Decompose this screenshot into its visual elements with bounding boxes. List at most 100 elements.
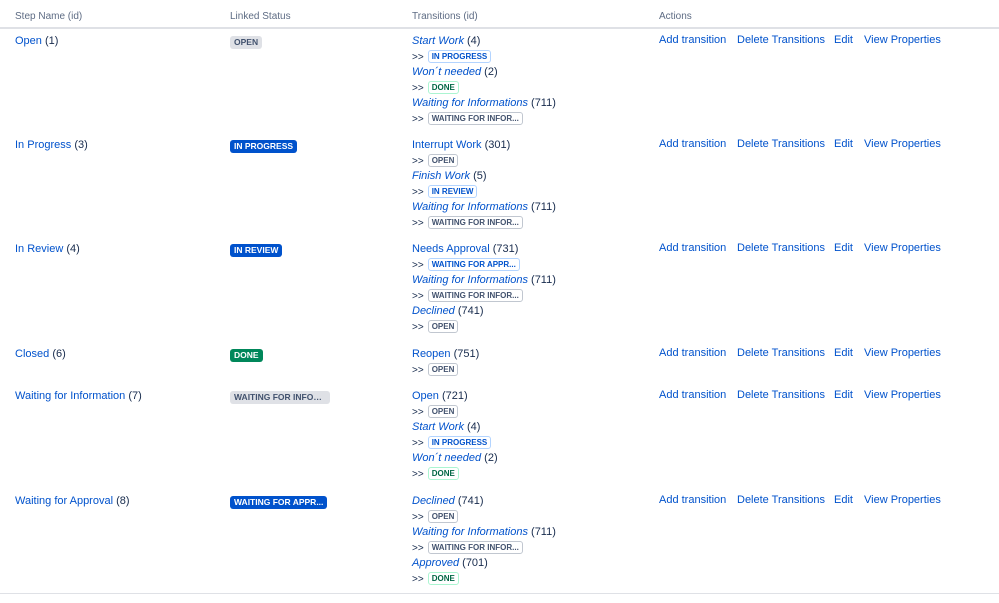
transition-link[interactable]: Start Work [412,35,464,47]
transition-target: >> WAITING FOR INFOR... [412,112,556,128]
delete-transitions-link[interactable]: Delete Transitions [737,389,825,401]
add-transition-link[interactable]: Add transition [659,389,726,401]
edit-link[interactable]: Edit [834,242,853,254]
edit-link[interactable]: Edit [834,138,853,150]
transition-link[interactable]: Interrupt Work [412,139,482,151]
view-properties-link[interactable]: View Properties [864,138,941,150]
linked-status-cell: WAITING FOR INFOR... [230,389,330,407]
transition-link[interactable]: Declined [412,495,455,507]
transition-link[interactable]: Start Work [412,421,464,433]
transition-target: >> WAITING FOR INFOR... [412,541,556,557]
arrow-marker: >> [412,511,424,523]
arrow-marker: >> [412,155,424,167]
transition-link[interactable]: Needs Approval [412,243,490,255]
status-lozenge: OPEN [230,36,263,50]
transition-target: >> IN PROGRESS [412,50,556,66]
transition-id: (751) [453,348,480,360]
transition-id: (711) [531,97,556,109]
transition-target: >> OPEN [412,510,556,526]
delete-transitions-link[interactable]: Delete Transitions [737,494,825,506]
status-lozenge: IN REVIEW [230,244,283,258]
linked-status-cell: OPEN [230,34,263,52]
arrow-marker: >> [412,468,424,480]
transition-id: (731) [492,243,519,255]
target-status-lozenge: OPEN [427,510,459,524]
add-transition-link[interactable]: Add transition [659,138,726,150]
transition-link[interactable]: Waiting for Informations [412,526,528,538]
delete-transitions-link[interactable]: Delete Transitions [737,138,825,150]
edit-link[interactable]: Edit [834,34,853,46]
delete-transitions-link[interactable]: Delete Transitions [737,242,825,254]
transitions-cell: Needs Approval (731) >> WAITING FOR APPR..… [412,242,556,335]
transition-item: Declined (741) [412,494,556,510]
transition-link[interactable]: Won´t needed [412,452,481,464]
step-name-link[interactable]: In Review [15,243,63,255]
table-bottom-divider [0,593,999,594]
edit-link[interactable]: Edit [834,494,853,506]
transition-link[interactable]: Won´t needed [412,66,481,78]
step-name-link[interactable]: Waiting for Approval [15,495,113,507]
transition-link[interactable]: Waiting for Informations [412,201,528,213]
step-name-link[interactable]: Waiting for Information [15,390,125,402]
add-transition-link[interactable]: Add transition [659,494,726,506]
transition-link[interactable]: Open [412,390,439,402]
view-properties-link[interactable]: View Properties [864,242,941,254]
arrow-marker: >> [412,82,424,94]
view-properties-link[interactable]: View Properties [864,494,941,506]
view-properties-link[interactable]: View Properties [864,389,941,401]
header-linked-status: Linked Status [230,11,291,22]
target-status-lozenge: DONE [427,81,459,95]
transition-item: Open (721) [412,389,498,405]
view-properties-link[interactable]: View Properties [864,34,941,46]
arrow-marker: >> [412,406,424,418]
arrow-marker: >> [412,113,424,125]
transition-link[interactable]: Declined [412,305,455,317]
target-status-lozenge: OPEN [427,363,459,377]
arrow-marker: >> [412,290,424,302]
transition-link[interactable]: Reopen [412,348,451,360]
add-transition-link[interactable]: Add transition [659,242,726,254]
delete-transitions-link[interactable]: Delete Transitions [737,34,825,46]
header-step-name: Step Name (id) [15,11,83,22]
step-id: (8) [116,495,130,507]
step-name-link[interactable]: Open [15,35,42,47]
status-lozenge: IN PROGRESS [230,140,298,154]
transition-link[interactable]: Waiting for Informations [412,274,528,286]
transition-link[interactable]: Finish Work [412,170,470,182]
status-lozenge: WAITING FOR APPR... [230,496,328,510]
transitions-cell: Interrupt Work (301) >> OPEN Finish Work (5… [412,138,556,231]
target-status-lozenge: OPEN [427,154,459,168]
transition-item: Finish Work (5) [412,169,556,185]
arrow-marker: >> [412,321,424,333]
transition-item: Start Work (4) [412,420,498,436]
transition-target: >> DONE [412,572,556,588]
transition-link[interactable]: Waiting for Informations [412,97,528,109]
transition-id: (701) [462,557,488,569]
transition-id: (711) [531,274,556,286]
target-status-lozenge: IN PROGRESS [427,436,492,450]
add-transition-link[interactable]: Add transition [659,34,726,46]
step-name-link[interactable]: In Progress [15,139,71,151]
target-status-lozenge: DONE [427,572,459,586]
step-name-link[interactable]: Closed [15,348,49,360]
transition-item: Waiting for Informations (711) [412,273,556,289]
transitions-cell: Start Work (4) >> IN PROGRESS Won´t needed … [412,34,556,127]
target-status-lozenge: WAITING FOR INFOR... [427,112,523,126]
step-name-cell: Closed (6) [15,347,66,361]
target-status-lozenge: WAITING FOR INFOR... [427,541,523,555]
edit-link[interactable]: Edit [834,347,853,359]
arrow-marker: >> [412,217,424,229]
transition-link[interactable]: Approved [412,557,459,569]
transition-item: Waiting for Informations (711) [412,525,556,541]
target-status-lozenge: WAITING FOR INFOR... [427,216,523,230]
transition-target: >> WAITING FOR INFOR... [412,216,556,232]
view-properties-link[interactable]: View Properties [864,347,941,359]
add-transition-link[interactable]: Add transition [659,347,726,359]
delete-transitions-link[interactable]: Delete Transitions [737,347,825,359]
transition-id: (741) [457,305,484,317]
linked-status-cell: DONE [230,347,263,365]
transitions-cell: Open (721) >> OPEN Start Work (4) >> IN PROGR… [412,389,498,482]
edit-link[interactable]: Edit [834,389,853,401]
target-status-lozenge: WAITING FOR INFOR... [427,289,523,303]
transition-id: (711) [531,201,556,213]
